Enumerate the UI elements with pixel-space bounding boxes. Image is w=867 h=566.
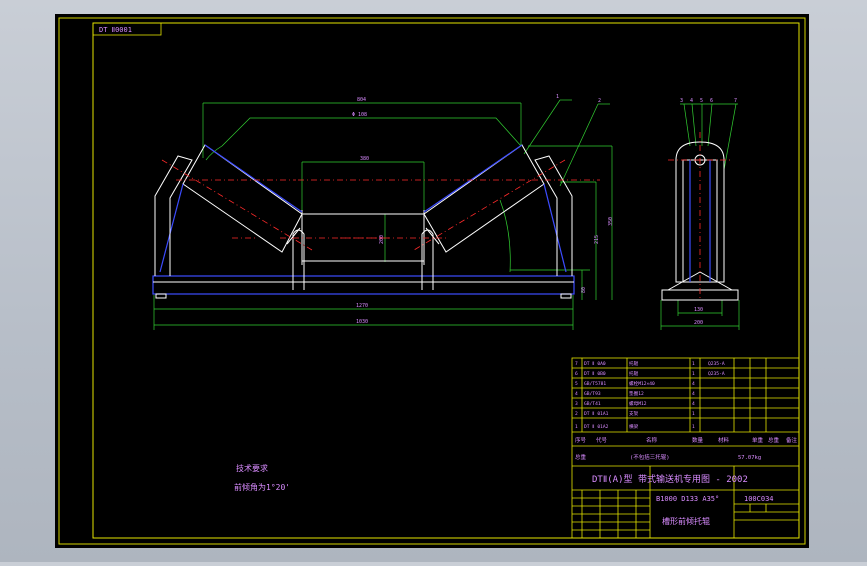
svg-text:3: 3	[575, 401, 578, 407]
dim-base-inner: 1270	[356, 303, 368, 309]
svg-text:序号: 序号	[575, 436, 587, 444]
svg-text:名称: 名称	[646, 436, 658, 444]
svg-text:DT Ⅱ 0A0: DT Ⅱ 0A0	[584, 361, 606, 367]
part-name: 槽形前倾托辊	[662, 516, 710, 526]
svg-text:材料: 材料	[718, 436, 730, 444]
balloon-7: 7	[734, 98, 737, 104]
svg-text:4: 4	[692, 381, 695, 387]
svg-text:1: 1	[692, 411, 695, 417]
svg-text:7: 7	[575, 361, 578, 367]
svg-text:(不包括三托辊): (不包括三托辊)	[630, 453, 670, 461]
svg-text:2: 2	[575, 411, 578, 417]
dim-height-a: 80	[581, 287, 587, 293]
svg-text:DT Ⅱ 01A1: DT Ⅱ 01A1	[584, 411, 609, 417]
dim-side-base-overall: 200	[694, 320, 703, 326]
svg-text:垫圈12: 垫圈12	[629, 390, 644, 397]
svg-text:GB/T93: GB/T93	[584, 391, 601, 397]
dim-side-base-inner: 130	[694, 307, 703, 313]
balloon-6: 6	[710, 98, 713, 104]
svg-text:DT Ⅱ 01A2: DT Ⅱ 01A2	[584, 424, 609, 430]
drawing-number: 100C034	[744, 495, 774, 503]
svg-text:Q235-A: Q235-A	[708, 371, 725, 377]
svg-text:4: 4	[575, 391, 578, 397]
balloon-5: 5	[700, 98, 703, 104]
notes-line-1: 前倾角为1°20'	[234, 482, 290, 492]
svg-text:1: 1	[692, 424, 695, 430]
dim-base-overall: 1030	[356, 319, 368, 325]
svg-text:螺栓M12×40: 螺栓M12×40	[629, 380, 655, 387]
svg-text:GB/T5781: GB/T5781	[584, 381, 606, 387]
svg-text:6: 6	[575, 371, 578, 377]
code-box-text: DT Ⅱ0001	[99, 26, 132, 34]
svg-text:单重: 单重	[752, 436, 764, 444]
cad-viewport: DT Ⅱ0001 804 Φ 108 380 200 80 215 350 12…	[0, 0, 867, 562]
notes-title: 技术要求	[236, 463, 268, 473]
svg-text:支架: 支架	[629, 410, 639, 417]
sheet-background	[55, 14, 809, 548]
balloon-4: 4	[690, 98, 693, 104]
balloon-2: 2	[598, 98, 601, 104]
project-title: DTⅡ(A)型 带式输送机专用图 - 2002	[592, 473, 748, 485]
dim-height-b: 215	[594, 235, 600, 244]
svg-text:代号: 代号	[596, 436, 608, 444]
svg-text:5: 5	[575, 381, 578, 387]
svg-text:1: 1	[575, 424, 578, 430]
drawing-sheet: DT Ⅱ0001 804 Φ 108 380 200 80 215 350 12…	[55, 14, 809, 548]
svg-text:横梁: 横梁	[629, 423, 639, 430]
svg-text:总重: 总重	[575, 453, 587, 461]
svg-text:托辊: 托辊	[629, 360, 639, 367]
svg-text:数量: 数量	[692, 436, 704, 444]
dim-inner-span: Φ 108	[352, 112, 367, 118]
svg-text:1: 1	[692, 361, 695, 367]
svg-text:4: 4	[692, 391, 695, 397]
dim-center-roll: 380	[360, 156, 369, 162]
dim-mid-height: 200	[379, 235, 385, 244]
svg-text:螺母M12: 螺母M12	[629, 400, 647, 407]
svg-text:托辊: 托辊	[629, 370, 639, 377]
balloon-3: 3	[680, 98, 683, 104]
svg-text:备注: 备注	[786, 436, 798, 444]
svg-text:DT Ⅱ 0B0: DT Ⅱ 0B0	[584, 371, 606, 377]
model-spec: B1000 D133 A35°	[656, 495, 719, 503]
svg-text:总重: 总重	[768, 436, 780, 444]
dim-overall-top: 804	[357, 97, 366, 103]
balloon-1: 1	[556, 94, 559, 100]
svg-text:1: 1	[692, 371, 695, 377]
dim-height-c: 350	[608, 217, 614, 226]
svg-text:GB/T41: GB/T41	[584, 401, 601, 407]
svg-text:57.07kg: 57.07kg	[738, 455, 761, 461]
svg-text:Q235-A: Q235-A	[708, 361, 725, 367]
svg-text:4: 4	[692, 401, 695, 407]
